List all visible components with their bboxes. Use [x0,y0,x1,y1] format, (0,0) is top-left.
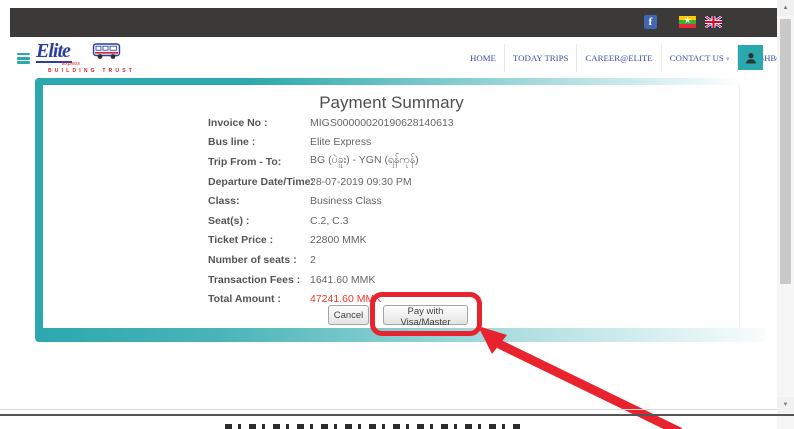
menu-icon[interactable] [17,53,30,64]
row-label: Seat(s) : [208,215,310,227]
row-label: Trip From - To: [208,156,310,168]
window-bottom-border [0,414,794,416]
row-label: Number of seats : [208,254,310,266]
row-seats: Seat(s) : C.2, C.3 [208,211,688,231]
row-value: C.2, C.3 [310,215,349,227]
row-value: 1641.60 MMK [310,274,375,286]
row-label: Class: [208,195,310,207]
row-ticket-price: Ticket Price : 22800 MMK [208,231,688,251]
nav-item-career[interactable]: CAREER@ELITE [577,44,661,72]
total-amount-value: 47241.60 MMK [310,293,381,305]
scroll-up-button[interactable]: ▲ [777,0,794,16]
brand-logo[interactable]: Elite Express BUILDING TRUST [36,41,126,77]
page-title: Payment Summary [43,93,740,113]
facebook-icon[interactable]: f [644,15,657,29]
row-label: Invoice No : [208,117,310,129]
cut-off-caption-text [225,424,520,429]
row-bus-line: Bus line : Elite Express [208,133,688,153]
scrollbar-thumb[interactable] [780,19,791,284]
row-value: Business Class [310,195,382,207]
row-number-of-seats: Number of seats : 2 [208,250,688,270]
row-class: Class: Business Class [208,191,688,211]
card-border-top [35,78,740,85]
navigation-bar: Elite Express BUILDING TRUST HOME TODAY … [10,37,777,78]
bus-icon [92,41,122,66]
row-transaction-fees: Transaction Fees : 1641.60 MMK [208,270,688,290]
uk-flag-icon[interactable] [705,16,722,28]
nav-item-contact-us[interactable]: CONTACT US ▾ [662,44,739,72]
vertical-scrollbar[interactable]: ▲ ▼ [777,0,794,429]
row-departure: Departure Date/Time: 28-07-2019 09:30 PM [208,172,688,192]
card-border-left [35,78,43,342]
row-label: Bus line : [208,136,310,148]
window-bottom-hairline [0,409,777,410]
row-value: Elite Express [310,136,371,148]
nav-item-home[interactable]: HOME [462,44,505,72]
page: f ★ Elite Express [0,0,794,429]
row-value: 22800 MMK [310,234,367,246]
row-label: Ticket Price : [208,234,310,246]
summary-rows: Invoice No : MIGS00000020190628140613 Bu… [208,113,688,309]
row-trip-from-to: Trip From - To: BG (ပဲခူး) - YGN (ရန်ကုန… [208,152,688,172]
row-label: Total Amount : [208,293,310,305]
myanmar-flag-icon[interactable]: ★ [679,16,696,28]
top-bar: f ★ [10,8,777,37]
social-links: f ★ [644,15,722,29]
user-account-button[interactable] [738,45,763,70]
logo-brand-text: Elite [36,41,72,63]
logo-tagline: BUILDING TRUST [48,68,135,74]
myanmar-flag-star: ★ [679,14,696,26]
row-value: BG (ပဲခူး) - YGN (ရန်ကုန်) [310,154,419,169]
row-invoice-no: Invoice No : MIGS00000020190628140613 [208,113,688,133]
card-border-bottom [35,328,765,342]
row-value: 28-07-2019 09:30 PM [310,176,412,188]
logo-sub-text: Express [62,61,80,67]
nav-item-today-trips[interactable]: TODAY TRIPS [505,44,578,72]
pay-visa-master-button[interactable]: Pay with Visa/Master [383,305,468,325]
user-icon [744,51,758,65]
scroll-down-button[interactable]: ▼ [777,397,794,413]
chevron-down-icon: ▾ [726,55,730,63]
cancel-button[interactable]: Cancel [328,305,369,325]
row-label: Transaction Fees : [208,274,310,286]
row-value: 2 [310,254,316,266]
row-label: Departure Date/Time: [208,176,310,188]
row-value: MIGS00000020190628140613 [310,117,454,129]
